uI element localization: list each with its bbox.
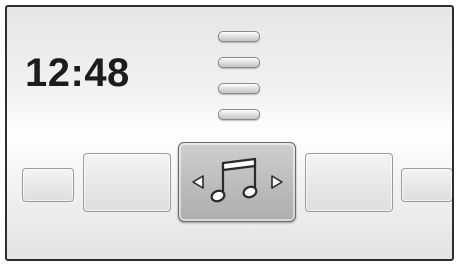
menu-line [218,109,260,120]
music-note-icon [210,157,258,203]
carousel-tile-right[interactable] [305,153,393,212]
menu-line [218,31,260,42]
menu-lines-icon[interactable] [218,31,260,135]
carousel-tile-far-right[interactable] [401,168,452,202]
clock-time: 12:48 [25,51,130,95]
triangle-left-icon[interactable] [191,174,205,190]
carousel-tile-far-left[interactable] [22,168,74,202]
carousel-tile-selected-music[interactable] [178,142,296,222]
menu-line [218,57,260,68]
triangle-right-icon[interactable] [270,174,284,190]
carousel-tile-left[interactable] [83,153,171,212]
display-screen: 12:48 [5,5,454,261]
menu-line [218,83,260,94]
